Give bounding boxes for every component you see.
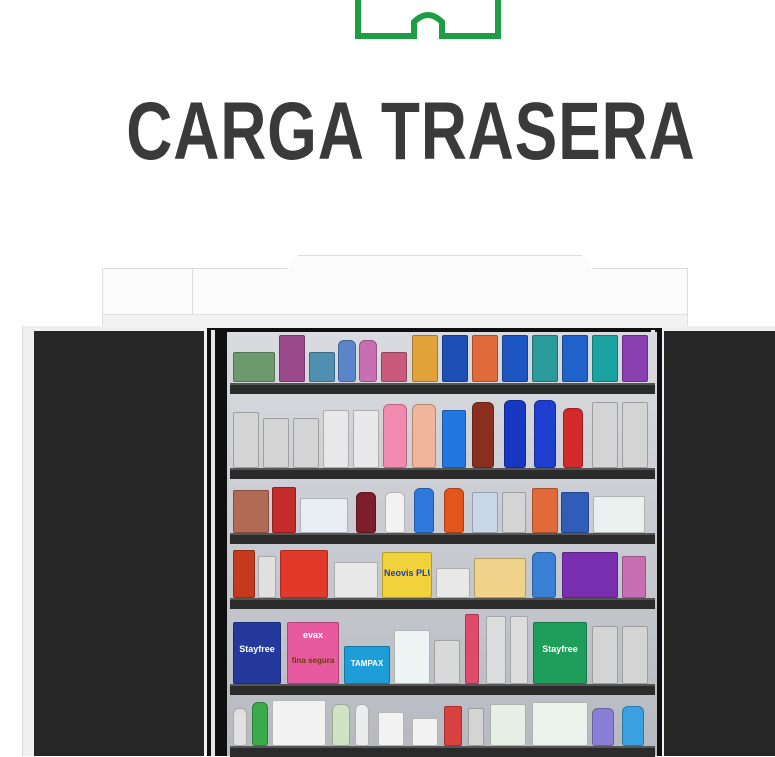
shelf <box>230 684 655 695</box>
product-box <box>442 335 468 382</box>
product-box <box>502 335 528 382</box>
product-box <box>561 492 589 533</box>
product-box <box>442 410 466 468</box>
product-slot-empty <box>502 492 526 533</box>
evax-label: evax <box>302 630 324 640</box>
product-bottle <box>534 400 556 468</box>
product-bottle <box>385 492 405 533</box>
product-box <box>412 335 438 382</box>
product-bottle <box>356 492 376 533</box>
product-box <box>309 352 335 382</box>
product-bottle <box>355 704 369 746</box>
product-box <box>233 352 275 382</box>
product-box <box>490 704 526 746</box>
product-box <box>592 335 618 382</box>
product-box <box>353 410 379 468</box>
product-slot-empty <box>468 708 484 746</box>
product-box <box>279 335 305 382</box>
product-box: TAMPAX <box>344 646 390 684</box>
product-bottle <box>504 400 526 468</box>
shelf <box>230 468 655 479</box>
product-box <box>562 552 618 598</box>
product-bottle <box>444 488 464 533</box>
product-box <box>562 335 588 382</box>
product-box <box>280 550 328 598</box>
product-slot-empty <box>293 418 319 468</box>
product-tube <box>412 404 436 468</box>
stayfree-label-2: Stayfree <box>542 643 578 654</box>
stayfree-label: Stayfree <box>239 643 275 654</box>
product-box <box>622 556 646 598</box>
product-bottle <box>359 340 377 382</box>
product-toothbrush <box>465 614 479 684</box>
product-box <box>233 490 269 533</box>
product-box <box>532 335 558 382</box>
product-box: Stayfree <box>233 622 281 684</box>
fina-segura-label: fina segura <box>291 656 335 665</box>
product-bottle <box>252 702 268 746</box>
product-box <box>300 498 348 533</box>
product-slot-empty <box>622 626 648 684</box>
product-box: Neovis PLUS <box>382 552 432 598</box>
product-box <box>472 492 498 533</box>
product-bottle <box>472 402 494 468</box>
product-box <box>532 702 588 746</box>
product-box <box>258 556 276 598</box>
shelf <box>230 598 655 609</box>
product-box <box>378 712 404 746</box>
cabinet-header <box>102 255 688 316</box>
product-box <box>472 335 498 382</box>
product-slot-empty <box>622 402 648 468</box>
product-slot-empty <box>486 616 506 684</box>
logo-icon <box>355 0 501 39</box>
shelf <box>230 383 655 394</box>
product-slot-empty <box>592 402 618 468</box>
product-slot-empty <box>510 616 528 684</box>
product-box <box>436 568 470 598</box>
product-box <box>622 335 648 382</box>
product-bottle <box>414 488 434 533</box>
product-slot-empty <box>592 626 618 684</box>
product-box <box>412 718 438 746</box>
product-box <box>532 488 558 533</box>
product-box: Stayfree <box>533 622 587 684</box>
product-bottle <box>332 704 350 746</box>
product-bottle <box>233 708 247 746</box>
product-box <box>593 496 645 533</box>
left-door-panel <box>34 331 204 756</box>
product-bottle <box>532 552 556 598</box>
product-tube <box>383 404 407 468</box>
product-bottle <box>563 408 583 468</box>
product-slot-empty <box>263 418 289 468</box>
product-box <box>381 352 407 382</box>
product-box <box>334 562 378 598</box>
product-bottle <box>338 340 356 382</box>
product-slot-empty <box>233 412 259 468</box>
product-bottle <box>592 708 614 746</box>
product-slot-empty <box>434 640 460 684</box>
product-box <box>474 558 526 598</box>
product-box <box>323 410 349 468</box>
product-box <box>233 550 255 598</box>
page-title: CARGA TRASERA <box>126 86 696 177</box>
product-box <box>444 706 462 746</box>
product-box <box>394 630 430 684</box>
product-box <box>272 700 326 746</box>
tampax-label: TAMPAX <box>350 659 384 669</box>
shelf <box>230 533 655 544</box>
product-box: evax fina segura <box>287 622 339 684</box>
product-box <box>272 487 296 533</box>
right-door-panel <box>664 331 775 756</box>
product-bottle <box>622 706 644 746</box>
neovis-label: Neovis PLUS <box>384 568 430 579</box>
left-rail <box>211 330 215 756</box>
